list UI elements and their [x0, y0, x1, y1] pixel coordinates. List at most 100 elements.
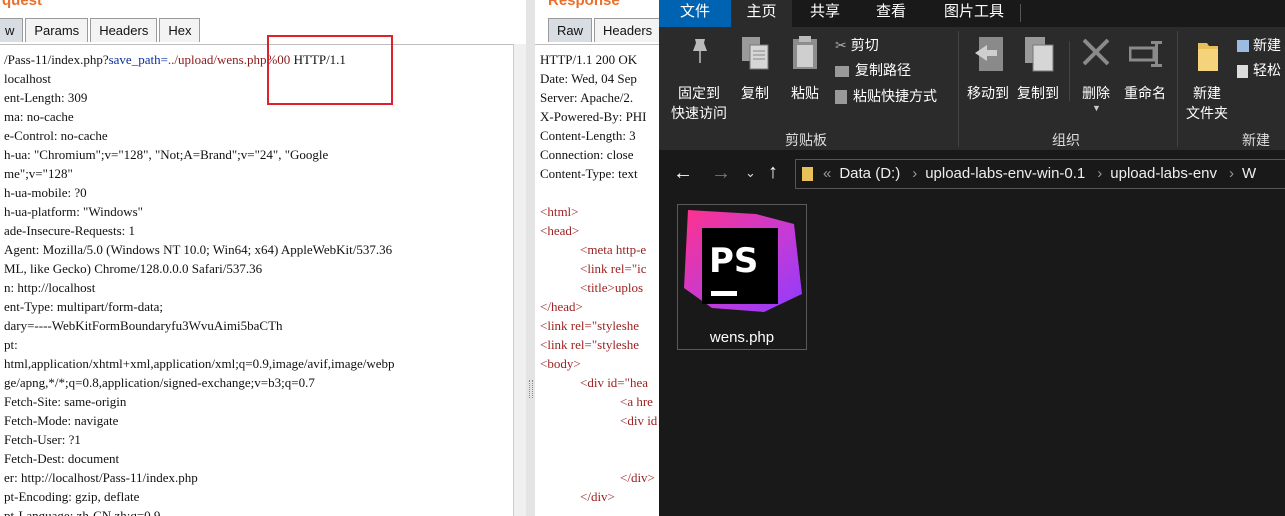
paste-label: 粘贴	[791, 85, 819, 101]
response-header-line: X-Powered-By: PHI	[540, 109, 647, 124]
phpstorm-icon: PS	[682, 208, 804, 323]
cut-button[interactable]: ✂ 剪切	[835, 33, 879, 57]
response-header-line: Content-Length: 3	[540, 128, 636, 143]
request-header-line: localhost	[4, 71, 51, 86]
up-button[interactable]: ↑	[768, 161, 778, 184]
request-tabbar: w Params Headers Hex	[0, 18, 202, 43]
move-to-label: 移动到	[967, 85, 1009, 101]
recent-locations-button[interactable]: ⌄	[745, 165, 756, 181]
ribbon-tab-view[interactable]: 查看	[859, 0, 923, 27]
request-scrollbar[interactable]	[513, 44, 527, 516]
copy-button[interactable]: 复制	[735, 33, 775, 123]
new-folder-label-2: 文件夹	[1186, 105, 1228, 121]
response-header-line: Server: Apache/2.	[540, 90, 634, 105]
rename-label: 重命名	[1124, 85, 1166, 101]
request-header-line: pt-Language: zh-CN,zh;q=0.9	[4, 508, 161, 516]
rename-button[interactable]: 重命名	[1119, 33, 1171, 123]
copy-path-button[interactable]: 复制路径	[835, 58, 911, 82]
paste-shortcut-label: 粘贴快捷方式	[853, 88, 937, 104]
request-header-line: pt:	[4, 337, 18, 352]
ribbon-tab-separator	[1020, 4, 1021, 22]
ribbon-tab-picture-tools[interactable]: 图片工具	[930, 0, 1018, 27]
easy-access-button[interactable]: 轻松	[1237, 58, 1281, 82]
paste-shortcut-button[interactable]: 粘贴快捷方式	[835, 84, 937, 108]
rename-icon	[1128, 39, 1163, 74]
paste-icon	[791, 35, 819, 76]
copy-to-icon	[1023, 35, 1055, 78]
file-item[interactable]: PS wens.php	[677, 204, 807, 350]
delete-button[interactable]: 删除 ▼	[1075, 33, 1117, 123]
scissors-icon: ✂	[835, 37, 847, 53]
group-clipboard-label: 剪贴板	[785, 132, 827, 148]
back-button[interactable]: ←	[673, 162, 693, 185]
arrow-right-icon: →	[711, 162, 731, 184]
request-editor[interactable]: /Pass-11/index.php?save_path=../upload/w…	[0, 44, 513, 516]
ribbon-tab-share[interactable]: 共享	[795, 0, 855, 27]
arrow-up-icon: ↑	[768, 161, 778, 183]
pin-to-quick-access-button[interactable]: 固定到 快速访问	[665, 33, 733, 123]
response-editor[interactable]: HTTP/1.1 200 OK Date: Wed, 04 Sep Server: …	[535, 44, 659, 516]
request-header-line: h-ua-platform: "Windows"	[4, 204, 143, 219]
tab-headers[interactable]: Headers	[594, 18, 662, 42]
html-source-line: <div id="hea	[580, 375, 648, 390]
address-bar[interactable]: « Data (D:) › upload-labs-env-win-0.1 › uploa…	[795, 159, 1285, 189]
copy-to-button[interactable]: 复制到	[1013, 33, 1063, 123]
ribbon-separator	[1177, 31, 1178, 147]
folder-icon	[802, 167, 813, 182]
html-source-line: <link rel="styleshe	[540, 337, 640, 352]
forward-button[interactable]: →	[711, 162, 731, 185]
move-to-button[interactable]: 移动到	[963, 33, 1013, 123]
request-header-line: Fetch-User: ?1	[4, 432, 81, 447]
group-organize-label: 组织	[1052, 132, 1080, 148]
split-divider[interactable]	[526, 0, 535, 516]
save-path-param: save_path=	[108, 52, 168, 67]
tab-hex[interactable]: Hex	[159, 18, 201, 42]
tab-headers[interactable]: Headers	[90, 18, 158, 42]
ribbon-tab-file[interactable]: 文件	[659, 0, 731, 27]
breadcrumb-next[interactable]: W	[1242, 160, 1256, 188]
request-header-line: ma: no-cache	[4, 109, 74, 124]
breadcrumb-env[interactable]: upload-labs-env	[1110, 160, 1217, 188]
request-header-line: ent-Length: 309	[4, 90, 88, 105]
request-header-line: h-ua: "Chromium";v="128", "Not;A=Brand";…	[4, 147, 329, 162]
copy-path-icon	[835, 65, 849, 77]
new-item-icon	[1237, 40, 1249, 53]
paste-button[interactable]: 粘贴	[785, 33, 825, 123]
new-item-button[interactable]: 新建	[1237, 33, 1281, 57]
easy-access-icon	[1237, 64, 1248, 78]
pin-label-1: 固定到	[678, 85, 720, 101]
tab-raw[interactable]: Raw	[548, 18, 593, 42]
new-folder-label-1: 新建	[1193, 85, 1221, 101]
copy-path-label: 复制路径	[855, 62, 911, 78]
request-header-line: html,application/xhtml+xml,application/x…	[4, 356, 395, 371]
folder-icon	[1195, 39, 1221, 78]
html-source-line: <body>	[540, 356, 581, 371]
html-source-line: <meta http-e	[580, 242, 647, 257]
paste-shortcut-icon	[835, 90, 847, 105]
ribbon-tab-home[interactable]: 主页	[731, 0, 792, 27]
cut-label: 剪切	[850, 37, 879, 53]
html-source-line: </div>	[580, 489, 615, 504]
arrow-left-icon: ←	[673, 162, 693, 184]
file-name-label: wens.php	[709, 329, 775, 346]
request-header-line: e-Control: no-cache	[4, 128, 108, 143]
copy-label: 复制	[741, 85, 769, 101]
request-line: /Pass-11/index.php?save_path=../upload/w…	[4, 50, 513, 69]
html-source-line: <head>	[540, 223, 580, 238]
breadcrumb-drive[interactable]: Data (D:)	[839, 160, 900, 188]
delete-icon	[1081, 37, 1111, 72]
html-source-line: <link rel="ic	[580, 261, 647, 276]
html-source-line: </head>	[540, 299, 583, 314]
new-folder-button[interactable]: 新建 文件夹	[1181, 33, 1233, 123]
highlight-box	[267, 35, 393, 105]
request-header-line: Fetch-Mode: navigate	[4, 413, 119, 428]
move-to-icon	[973, 35, 1005, 78]
tab-params[interactable]: Params	[25, 18, 89, 42]
tab-raw[interactable]: w	[0, 18, 24, 42]
request-path: /Pass-11/index.php?	[4, 52, 109, 67]
html-source-line: <link rel="styleshe	[540, 318, 640, 333]
chevron-down-icon: ⌄	[745, 165, 756, 180]
breadcrumb-env-win[interactable]: upload-labs-env-win-0.1	[925, 160, 1085, 188]
ribbon: 固定到 快速访问 复制 粘贴 ✂ 剪切 复制路径 粘贴快捷方式 剪贴板 移动到 …	[659, 27, 1285, 150]
request-header-line: n: http://localhost	[4, 280, 96, 295]
